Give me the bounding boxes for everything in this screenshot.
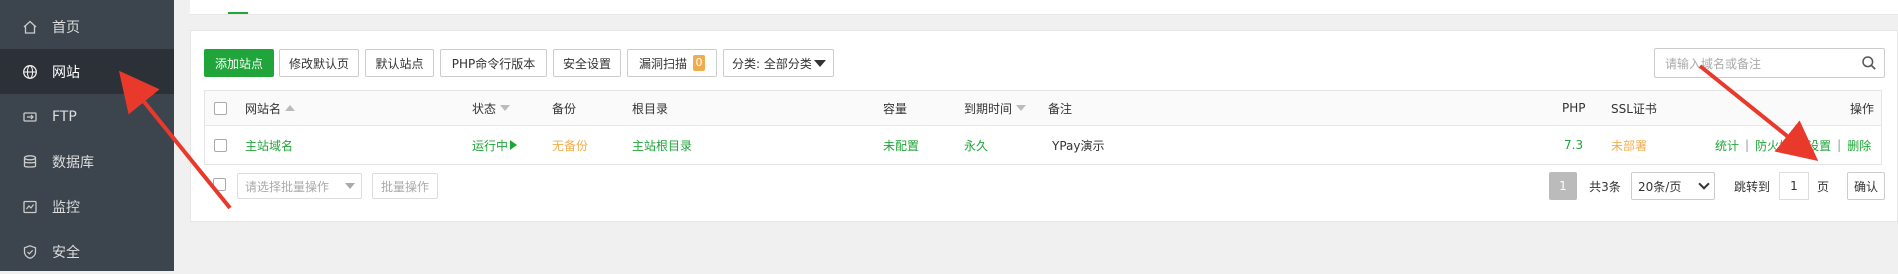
pagination-current-page[interactable]: 1 <box>1549 172 1577 200</box>
sidebar-item-ftp[interactable]: FTP <box>0 94 174 139</box>
sidebar-item-label: 安全 <box>52 244 80 261</box>
stats-action-link[interactable]: 统计 <box>1715 137 1739 154</box>
batch-operation-placeholder: 请选择批量操作 <box>245 179 330 194</box>
header-site-name[interactable]: 网站名 <box>245 91 296 125</box>
select-all-checkbox[interactable] <box>214 101 227 115</box>
add-site-button[interactable]: 添加站点 <box>204 49 274 77</box>
site-name-link[interactable]: 主站域名 <box>245 126 293 164</box>
status-toggle[interactable]: 运行中 <box>472 126 518 164</box>
search-box <box>1654 48 1885 78</box>
monitor-icon <box>21 198 39 216</box>
firewall-action-link[interactable]: 防火墙 <box>1755 137 1791 154</box>
batch-operation-select[interactable]: 请选择批量操作 <box>237 173 362 199</box>
active-tab-indicator <box>228 12 248 14</box>
home-icon <box>21 18 39 36</box>
jump-page-input[interactable]: 1 <box>1779 172 1809 200</box>
chevron-down-icon <box>345 183 355 189</box>
vuln-count-badge: 0 <box>693 55 705 71</box>
sidebar-item-monitor[interactable]: 监控 <box>0 184 174 229</box>
page-unit-label: 页 <box>1816 179 1829 194</box>
table-header: 网站名 状态 备份 根目录 容量 到期时间 备注 PHP SSL证书 操作 <box>205 91 1881 126</box>
pagination-total: 共3条 <box>1589 179 1621 194</box>
page-size-select[interactable]: 20条/页 <box>1631 172 1715 200</box>
footer-select-all-checkbox[interactable] <box>213 178 226 191</box>
jump-confirm-button[interactable]: 确认 <box>1847 172 1885 200</box>
chevron-down-icon <box>814 60 826 67</box>
top-tab-bar <box>190 0 1898 15</box>
php-cli-version-button[interactable]: PHP命令行版本 <box>440 49 547 77</box>
sort-desc-icon <box>1016 105 1027 111</box>
sidebar: 首页 网站 FTP 数据库 监控 安全 <box>0 0 174 271</box>
sort-asc-icon <box>285 105 296 111</box>
delete-action-link[interactable]: 删除 <box>1847 137 1871 154</box>
globe-icon <box>21 63 39 81</box>
settings-action-link[interactable]: 设置 <box>1807 137 1831 154</box>
sidebar-item-website[interactable]: 网站 <box>0 49 174 94</box>
header-ssl: SSL证书 <box>1611 101 1657 116</box>
ssl-status-link[interactable]: 未部署 <box>1611 126 1647 164</box>
sidebar-item-label: 数据库 <box>52 154 94 171</box>
search-input[interactable] <box>1663 54 1857 74</box>
header-remark: 备注 <box>1048 101 1073 116</box>
sidebar-item-database[interactable]: 数据库 <box>0 139 174 184</box>
header-actions: 操作 <box>1850 101 1875 116</box>
database-icon <box>21 153 39 171</box>
header-root-dir: 根目录 <box>632 101 669 116</box>
header-php: PHP <box>1562 101 1586 115</box>
header-expiry[interactable]: 到期时间 <box>964 91 1027 125</box>
category-select-label: 分类: 全部分类 <box>732 56 812 71</box>
search-icon[interactable] <box>1861 55 1877 71</box>
php-version-link[interactable]: 7.3 <box>1564 126 1583 164</box>
ftp-icon <box>21 108 39 126</box>
sidebar-item-label: 监控 <box>52 199 80 216</box>
shield-icon <box>21 243 39 261</box>
sidebar-item-label: 首页 <box>52 19 80 36</box>
row-checkbox[interactable] <box>214 138 227 152</box>
separator: | <box>1837 138 1842 152</box>
default-site-button[interactable]: 默认站点 <box>365 49 434 77</box>
expiry-link[interactable]: 永久 <box>964 126 988 164</box>
row-actions: 统计 | 防火墙 | 设置 | 删除 <box>1715 126 1871 164</box>
header-capacity: 容量 <box>883 101 908 116</box>
header-status[interactable]: 状态 <box>472 91 511 125</box>
sidebar-item-label: 网站 <box>52 64 80 81</box>
jump-to-label: 跳转到 <box>1733 179 1770 194</box>
header-backup: 备份 <box>552 101 577 116</box>
modify-default-page-button[interactable]: 修改默认页 <box>279 49 359 77</box>
separator: | <box>1745 138 1750 152</box>
play-icon <box>510 140 518 150</box>
sidebar-item-label: FTP <box>52 108 77 125</box>
page-size-label: 20条/页 <box>1638 179 1682 194</box>
chevron-down-icon <box>1698 178 1710 190</box>
category-select[interactable]: 分类: 全部分类 <box>723 49 834 77</box>
vuln-scan-label: 漏洞扫描 <box>638 56 687 71</box>
security-settings-button[interactable]: 安全设置 <box>553 49 621 77</box>
sort-desc-icon <box>500 105 511 111</box>
site-table: 网站名 状态 备份 根目录 容量 到期时间 备注 PHP SSL证书 操作 主站… <box>204 90 1882 165</box>
backup-link[interactable]: 无备份 <box>552 126 588 164</box>
remark-field[interactable]: YPay演示 <box>1052 126 1104 164</box>
vuln-scan-button[interactable]: 漏洞扫描 0 <box>627 49 717 77</box>
capacity-link[interactable]: 未配置 <box>883 126 919 164</box>
root-dir-link[interactable]: 主站根目录 <box>632 126 692 164</box>
sidebar-item-home[interactable]: 首页 <box>0 4 174 49</box>
table-row: 主站域名 运行中 无备份 主站根目录 未配置 永久 YPay演示 7.3 未部署… <box>205 126 1881 164</box>
separator: | <box>1797 138 1802 152</box>
sidebar-item-security[interactable]: 安全 <box>0 229 174 274</box>
batch-operation-button[interactable]: 批量操作 <box>372 173 438 199</box>
